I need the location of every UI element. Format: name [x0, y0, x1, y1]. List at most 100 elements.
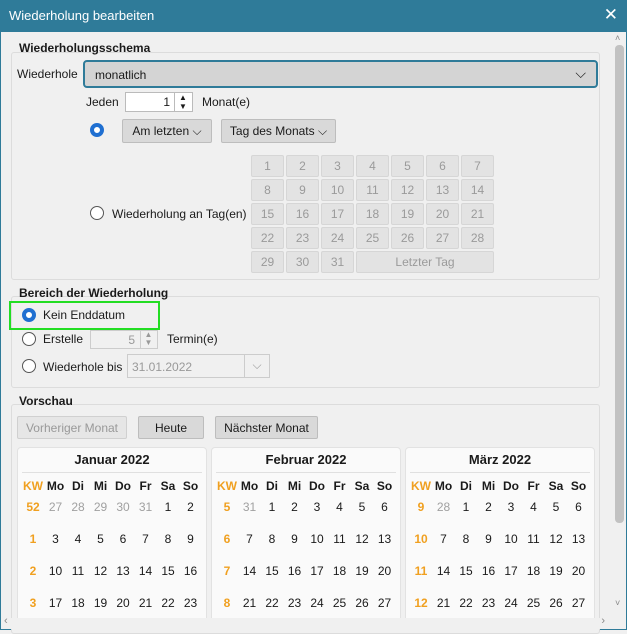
- calendar-day[interactable]: 23: [180, 596, 202, 610]
- calendar-day[interactable]: 10: [500, 532, 522, 546]
- calendar-day[interactable]: 5: [351, 500, 373, 514]
- calendar-day[interactable]: 14: [239, 564, 261, 578]
- calendar-day[interactable]: 5: [545, 500, 567, 514]
- calendar-day[interactable]: 19: [351, 564, 373, 578]
- calendar-day[interactable]: 21: [239, 596, 261, 610]
- calendar-day[interactable]: 7: [239, 532, 261, 546]
- create-radio[interactable]: [22, 332, 36, 346]
- calendar-day[interactable]: 2: [284, 500, 306, 514]
- calendar-day[interactable]: 16: [284, 564, 306, 578]
- today-button[interactable]: Heute: [138, 416, 204, 439]
- calendar-day[interactable]: 13: [374, 532, 396, 546]
- calendar-day[interactable]: 27: [45, 500, 67, 514]
- calendar-day[interactable]: 2: [478, 500, 500, 514]
- calendar-day[interactable]: 3: [500, 500, 522, 514]
- no-end-radio[interactable]: [22, 308, 36, 322]
- calendar-day[interactable]: 11: [67, 564, 89, 578]
- calendar-day[interactable]: 8: [261, 532, 283, 546]
- type-dropdown[interactable]: Tag des Monats ⌵: [221, 119, 336, 143]
- vertical-scrollbar[interactable]: ˄ ˅: [613, 33, 626, 618]
- day-cell[interactable]: 6: [426, 155, 459, 177]
- day-cell[interactable]: 22: [251, 227, 284, 249]
- calendar-day[interactable]: 23: [284, 596, 306, 610]
- next-month-button[interactable]: Nächster Monat: [215, 416, 318, 439]
- day-cell[interactable]: 15: [251, 203, 284, 225]
- day-cell[interactable]: 5: [391, 155, 424, 177]
- calendar-day[interactable]: 13: [112, 564, 134, 578]
- calendar-day[interactable]: 7: [135, 532, 157, 546]
- day-cell[interactable]: 20: [426, 203, 459, 225]
- prev-month-button[interactable]: Vorheriger Monat: [17, 416, 127, 439]
- calendar-day[interactable]: 9: [284, 532, 306, 546]
- calendar-day[interactable]: 21: [433, 596, 455, 610]
- calendar-day[interactable]: 25: [329, 596, 351, 610]
- calendar-day[interactable]: 27: [374, 596, 396, 610]
- calendar-day[interactable]: 8: [157, 532, 179, 546]
- day-cell[interactable]: 30: [286, 251, 319, 273]
- close-icon[interactable]: ✕: [604, 5, 618, 25]
- calendar-day[interactable]: 22: [261, 596, 283, 610]
- day-cell[interactable]: 24: [321, 227, 354, 249]
- day-cell[interactable]: 3: [321, 155, 354, 177]
- calendar-day[interactable]: 16: [478, 564, 500, 578]
- calendar-day[interactable]: 4: [67, 532, 89, 546]
- day-cell[interactable]: 7: [461, 155, 494, 177]
- day-cell[interactable]: 16: [286, 203, 319, 225]
- calendar-day[interactable]: 9: [478, 532, 500, 546]
- calendar-day[interactable]: 17: [500, 564, 522, 578]
- calendar-day[interactable]: 12: [545, 532, 567, 546]
- calendar-day[interactable]: 1: [261, 500, 283, 514]
- scroll-right-icon[interactable]: ›: [601, 615, 605, 627]
- every-spinbox[interactable]: 1 ▲ ▼: [125, 92, 193, 112]
- last-day-cell[interactable]: Letzter Tag: [356, 251, 494, 273]
- calendar-day[interactable]: 4: [329, 500, 351, 514]
- calendar-day[interactable]: 26: [351, 596, 373, 610]
- scroll-down-icon[interactable]: ˅: [615, 598, 620, 608]
- calendar-day[interactable]: 17: [306, 564, 328, 578]
- calendar-day[interactable]: 1: [455, 500, 477, 514]
- calendar-day[interactable]: 8: [455, 532, 477, 546]
- day-cell[interactable]: 8: [251, 179, 284, 201]
- horizontal-scrollbar[interactable]: ‹ ›: [1, 615, 613, 629]
- day-cell[interactable]: 31: [321, 251, 354, 273]
- calendar-day[interactable]: 22: [157, 596, 179, 610]
- calendar-day[interactable]: 23: [478, 596, 500, 610]
- calendar-day[interactable]: 15: [157, 564, 179, 578]
- day-cell[interactable]: 29: [251, 251, 284, 273]
- until-date-field[interactable]: 31.01.2022 ⌵: [127, 354, 270, 378]
- option-days-radio[interactable]: [90, 206, 104, 220]
- repeat-select[interactable]: monatlich ⌵: [83, 60, 598, 88]
- calendar-day[interactable]: 26: [545, 596, 567, 610]
- calendar-day[interactable]: 6: [568, 500, 590, 514]
- day-cell[interactable]: 10: [321, 179, 354, 201]
- calendar-day[interactable]: 31: [135, 500, 157, 514]
- calendar-day[interactable]: 18: [67, 596, 89, 610]
- calendar-day[interactable]: 20: [374, 564, 396, 578]
- calendar-day[interactable]: 30: [112, 500, 134, 514]
- day-cell[interactable]: 4: [356, 155, 389, 177]
- scroll-up-icon[interactable]: ˄: [615, 33, 620, 43]
- spin-arrows-icon[interactable]: ▲ ▼: [174, 93, 191, 111]
- calendar-day[interactable]: 2: [180, 500, 202, 514]
- day-cell[interactable]: 17: [321, 203, 354, 225]
- day-cell[interactable]: 2: [286, 155, 319, 177]
- day-cell[interactable]: 12: [391, 179, 424, 201]
- until-radio[interactable]: [22, 359, 36, 373]
- day-cell[interactable]: 11: [356, 179, 389, 201]
- calendar-day[interactable]: 11: [329, 532, 351, 546]
- spin-arrows-icon[interactable]: ▲ ▼: [140, 331, 156, 348]
- day-cell[interactable]: 1: [251, 155, 284, 177]
- calendar-day[interactable]: 27: [568, 596, 590, 610]
- option-last-radio[interactable]: [90, 123, 104, 137]
- calendar-day[interactable]: 21: [135, 596, 157, 610]
- day-cell[interactable]: 13: [426, 179, 459, 201]
- calendar-day[interactable]: 17: [45, 596, 67, 610]
- calendar-day[interactable]: 19: [545, 564, 567, 578]
- calendar-day[interactable]: 28: [433, 500, 455, 514]
- calendar-day[interactable]: 14: [135, 564, 157, 578]
- calendar-day[interactable]: 20: [112, 596, 134, 610]
- calendar-day[interactable]: 31: [239, 500, 261, 514]
- calendar-day[interactable]: 18: [523, 564, 545, 578]
- scroll-left-icon[interactable]: ‹: [4, 615, 8, 627]
- calendar-day[interactable]: 5: [90, 532, 112, 546]
